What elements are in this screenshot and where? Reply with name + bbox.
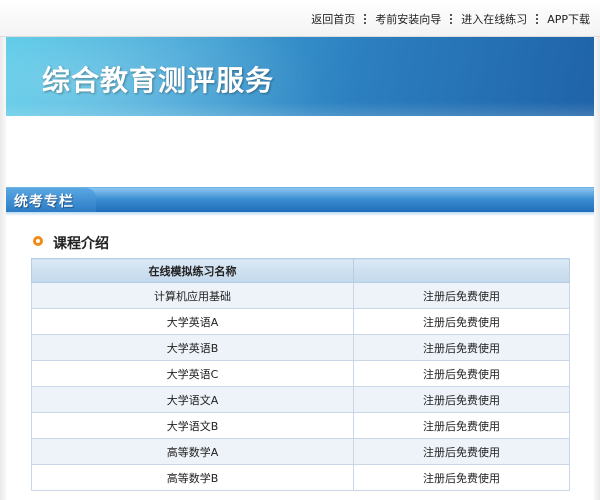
table-row: 大学语文B 注册后免费使用: [31, 412, 570, 439]
column-header-name: 在线模拟练习名称: [31, 258, 354, 283]
course-note-cell: 注册后免费使用: [353, 308, 570, 335]
nav-link-app-download[interactable]: APP下载: [547, 11, 590, 27]
course-name-cell[interactable]: 大学英语A: [31, 308, 354, 335]
course-note-cell: 注册后免费使用: [353, 360, 570, 387]
table-row: 大学英语B 注册后免费使用: [31, 334, 570, 361]
course-note-cell: 注册后免费使用: [353, 438, 570, 465]
table-row: 大学英语C 注册后免费使用: [31, 360, 570, 387]
course-name-cell[interactable]: 计算机应用基础: [31, 282, 354, 309]
course-name-cell[interactable]: 大学语文A: [31, 386, 354, 413]
nav-link-home[interactable]: 返回首页: [311, 11, 355, 27]
site-title: 综合教育测评服务: [42, 64, 275, 97]
nav-separator: [364, 14, 367, 24]
table-row: 高等数学B 注册后免费使用: [31, 464, 570, 491]
top-navigation: 返回首页 考前安装向导 进入在线练习 APP下载: [0, 0, 600, 37]
nav-link-online-practice[interactable]: 进入在线练习: [461, 11, 527, 27]
section-tab: 统考专栏: [6, 188, 96, 212]
table-header-row: 在线模拟练习名称: [31, 258, 570, 283]
course-name-cell[interactable]: 大学英语C: [31, 360, 354, 387]
course-name-cell[interactable]: 高等数学B: [31, 464, 354, 491]
section-title: 统考专栏: [14, 194, 74, 210]
course-name-cell[interactable]: 大学英语B: [31, 334, 354, 361]
table-row: 大学语文A 注册后免费使用: [31, 386, 570, 413]
table-row: 计算机应用基础 注册后免费使用: [31, 282, 570, 309]
course-note-cell: 注册后免费使用: [353, 464, 570, 491]
bullet-circle-icon: [33, 236, 43, 246]
course-name-cell[interactable]: 高等数学A: [31, 438, 354, 465]
table-row: 大学英语A 注册后免费使用: [31, 308, 570, 335]
course-note-cell: 注册后免费使用: [353, 412, 570, 439]
nav-separator: [450, 14, 453, 24]
course-note-cell: 注册后免费使用: [353, 282, 570, 309]
course-note-cell: 注册后免费使用: [353, 334, 570, 361]
top-nav-links: 返回首页 考前安装向导 进入在线练习 APP下载: [311, 11, 590, 27]
course-intro-heading: 课程介绍: [53, 236, 109, 252]
column-header-note: [353, 258, 570, 283]
section-bar: 统考专栏: [6, 187, 594, 216]
table-row: 高等数学A 注册后免费使用: [31, 438, 570, 465]
course-table: 在线模拟练习名称 计算机应用基础 注册后免费使用 大学英语A 注册后免费使用 大…: [31, 258, 570, 491]
nav-separator: [536, 14, 539, 24]
header-banner: 综合教育测评服务: [6, 37, 594, 116]
nav-link-install-guide[interactable]: 考前安装向导: [375, 11, 441, 27]
course-name-cell[interactable]: 大学语文B: [31, 412, 354, 439]
course-note-cell: 注册后免费使用: [353, 386, 570, 413]
